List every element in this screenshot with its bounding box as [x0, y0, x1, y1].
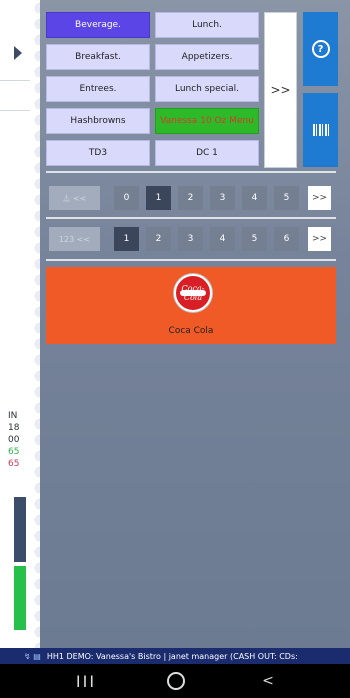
android-nav-bar: III <	[0, 664, 350, 698]
pager-page-button[interactable]: 2	[178, 186, 203, 210]
left-panel-action-bar[interactable]	[14, 566, 26, 630]
left-panel-line: IN	[8, 411, 18, 421]
product-name: Coca Cola	[168, 326, 214, 336]
category-button-entrees[interactable]: Entrees.	[46, 76, 150, 102]
notification-icon: ↯ ▤	[24, 651, 41, 661]
barcode-button[interactable]	[303, 93, 338, 167]
more-categories-button[interactable]: >>	[264, 12, 297, 168]
pager2-page-button[interactable]: 4	[210, 227, 235, 251]
left-panel-line: 18	[8, 423, 20, 433]
pager-page-button[interactable]: 4	[242, 186, 267, 210]
section-divider	[46, 217, 336, 219]
barcode-icon	[312, 124, 329, 136]
pager2-first-button[interactable]: 123 <<	[49, 227, 100, 251]
status-bar: ↯ ▤ HH1 DEMO: Vanessa's Bistro | janet m…	[0, 648, 350, 664]
left-panel-totals: IN 18 00 65 65	[8, 410, 19, 470]
left-panel-action-bar[interactable]	[14, 497, 26, 562]
category-button-lunch[interactable]: Lunch.	[155, 12, 259, 38]
subcategory-pager: 123 << 1 2 3 4 5 6 >>	[46, 224, 336, 254]
help-icon: ?	[311, 40, 330, 58]
left-panel-line: 65	[8, 447, 20, 457]
pager-next-button[interactable]: >>	[308, 186, 331, 210]
category-button-breakfast[interactable]: Breakfast.	[46, 44, 150, 70]
section-divider	[46, 259, 336, 261]
category-button-hashbrowns[interactable]: Hashbrowns	[46, 108, 150, 134]
home-icon	[167, 672, 185, 690]
help-button[interactable]: ?	[303, 12, 338, 86]
expand-arrow-icon[interactable]	[14, 46, 22, 60]
category-button-lunch-special[interactable]: Lunch special.	[155, 76, 259, 102]
category-button-vanessa-menu[interactable]: Vanessa 10 Oz Menu	[155, 108, 259, 134]
back-button[interactable]: <	[248, 664, 288, 698]
category-button-dc1[interactable]: DC 1	[155, 140, 259, 166]
pager2-page-button-active[interactable]: 1	[114, 227, 139, 251]
recent-apps-button[interactable]: III	[66, 664, 106, 698]
panel-scalloped-edge	[28, 0, 40, 648]
panel-divider	[0, 110, 30, 111]
pager2-page-button[interactable]: 3	[178, 227, 203, 251]
pager-page-button[interactable]: 5	[274, 186, 299, 210]
category-button-td3[interactable]: TD3	[46, 140, 150, 166]
pager-page-button[interactable]: 3	[210, 186, 235, 210]
item-pager: ⏅ << 0 1 2 3 4 5 >>	[46, 183, 336, 213]
category-button-beverage[interactable]: Beverage.	[46, 12, 150, 38]
menu-main-area: Beverage. Lunch. Breakfast. Appetizers. …	[40, 0, 350, 648]
left-panel-line: 65	[8, 459, 20, 469]
pager2-next-button[interactable]: >>	[308, 227, 331, 251]
pager2-page-button[interactable]: 6	[274, 227, 299, 251]
section-divider	[46, 171, 336, 173]
product-button-coca-cola[interactable]: Coca-Cola Coca Cola	[46, 267, 336, 344]
left-panel-line: 00	[8, 435, 20, 445]
status-text: HH1 DEMO: Vanessa's Bistro | janet manag…	[46, 651, 298, 661]
coca-cola-logo-icon: Coca-Cola	[174, 274, 212, 312]
logo-text: Coca-Cola	[181, 284, 205, 302]
category-button-appetizers[interactable]: Appetizers.	[155, 44, 259, 70]
pager-page-button[interactable]: 0	[114, 186, 139, 210]
pager-page-button-active[interactable]: 1	[146, 186, 171, 210]
pager-first-button[interactable]: ⏅ <<	[49, 186, 100, 210]
panel-divider	[0, 80, 30, 81]
home-button[interactable]	[156, 664, 196, 698]
pager2-page-button[interactable]: 5	[242, 227, 267, 251]
pager2-page-button[interactable]: 2	[146, 227, 171, 251]
left-side-panel: IN 18 00 65 65	[0, 0, 41, 648]
